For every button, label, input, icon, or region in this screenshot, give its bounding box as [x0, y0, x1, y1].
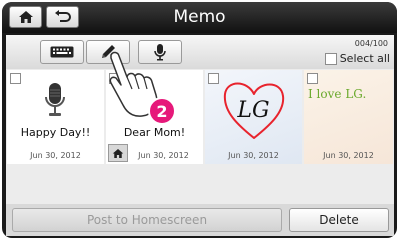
memo-date: Jun 30, 2012 — [323, 151, 374, 160]
memo-date: Jun 30, 2012 — [138, 151, 189, 160]
microphone-icon — [45, 83, 65, 116]
memo-title: Happy Day!! — [20, 126, 91, 139]
home-icon — [18, 11, 33, 23]
select-all-label: Select all — [339, 52, 390, 65]
memo-card-voice[interactable]: Happy Day!! Jun 30, 2012 — [7, 70, 104, 164]
memo-date: Jun 30, 2012 — [30, 151, 81, 160]
drawing-text: LG — [237, 98, 270, 123]
home-icon — [112, 148, 124, 158]
handwriting-text: I love LG. — [308, 87, 367, 101]
memo-counter: 004/100 — [354, 39, 388, 48]
keyboard-input-button[interactable] — [40, 40, 84, 64]
select-all-toggle[interactable]: Select all — [324, 52, 390, 65]
post-to-homescreen-button[interactable]: Post to Homescreen — [12, 208, 282, 232]
memo-grid: Happy Day!! Jun 30, 2012 Dear Mom! Jun 3… — [6, 69, 394, 204]
memo-title: Dear Mom! — [123, 126, 186, 139]
memo-card-drawing[interactable]: LG Jun 30, 2012 — [205, 70, 302, 164]
back-button[interactable] — [46, 6, 79, 28]
memo-date: Jun 30, 2012 — [228, 151, 279, 160]
title-bar: Memo — [2, 2, 397, 33]
memo-checkbox[interactable] — [307, 73, 318, 84]
step-number-badge: 2 — [148, 97, 176, 125]
delete-button[interactable]: Delete — [289, 208, 389, 232]
toolbar: 004/100 Select all — [6, 35, 394, 69]
memo-card-handwriting[interactable]: I love LG. Jun 30, 2012 — [304, 70, 393, 164]
keyboard-icon — [50, 46, 74, 58]
memo-checkbox[interactable] — [208, 73, 219, 84]
select-all-checkbox[interactable] — [324, 52, 337, 65]
home-button[interactable] — [9, 6, 42, 28]
bottom-action-bar: Post to Homescreen Delete — [6, 204, 394, 236]
page-title: Memo — [173, 7, 226, 27]
back-arrow-icon — [54, 10, 71, 22]
memo-app-screen: Memo 004/100 Select all Happy Day!! Jun … — [2, 2, 397, 238]
memo-checkbox[interactable] — [10, 73, 21, 84]
